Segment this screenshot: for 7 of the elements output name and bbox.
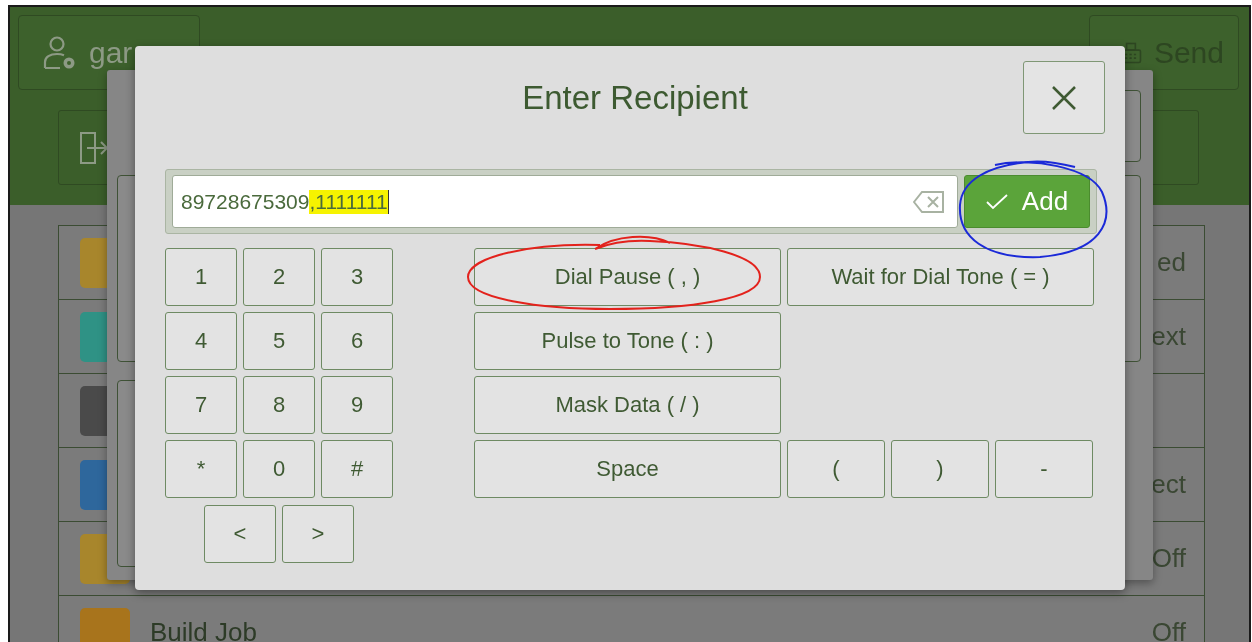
row-value: Off	[1151, 617, 1186, 642]
row-value: ect	[1151, 469, 1186, 500]
row-value: ed	[1157, 247, 1186, 278]
row-value: Off	[1151, 543, 1186, 574]
dialog-title: Enter Recipient	[522, 78, 748, 117]
row-label: Build Job	[150, 617, 257, 642]
row-value: ext	[1151, 321, 1186, 352]
